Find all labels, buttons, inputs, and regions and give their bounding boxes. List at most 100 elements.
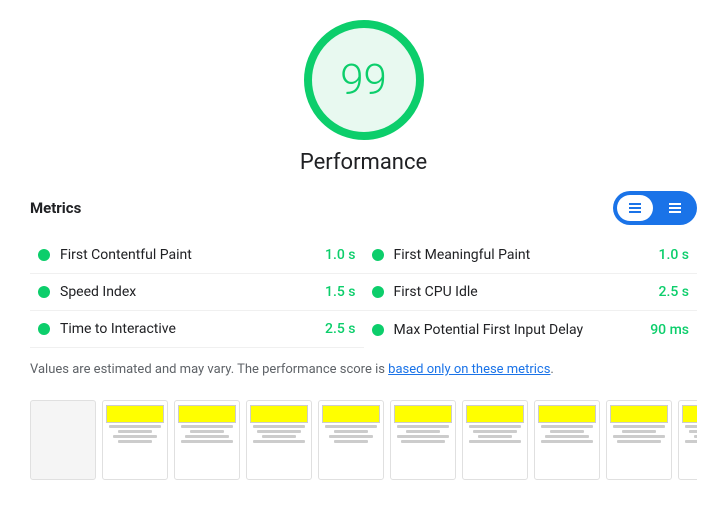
thumb-line bbox=[550, 430, 585, 433]
status-dot bbox=[372, 324, 384, 336]
metric-name: First Contentful Paint bbox=[60, 247, 315, 263]
thumb-line bbox=[685, 425, 697, 428]
status-dot bbox=[38, 323, 50, 335]
filmstrip-frame bbox=[390, 400, 456, 480]
thumb-line bbox=[257, 430, 301, 433]
metrics-title: Metrics bbox=[30, 199, 81, 217]
score-section: 99 Performance bbox=[30, 20, 697, 175]
metrics-header: Metrics bbox=[30, 191, 697, 225]
metric-row: First Contentful Paint 1.0 s bbox=[30, 237, 364, 274]
thumb-line bbox=[397, 425, 449, 428]
score-label: Performance bbox=[300, 150, 427, 175]
thumb-line bbox=[334, 440, 369, 443]
thumb-line bbox=[469, 425, 521, 428]
thumb-inner bbox=[103, 401, 167, 479]
metric-name: Speed Index bbox=[60, 284, 315, 300]
thumb-line bbox=[181, 425, 233, 428]
thumb-line bbox=[397, 435, 449, 438]
thumb-content bbox=[610, 405, 668, 423]
thumb-line bbox=[113, 435, 157, 438]
thumb-line bbox=[253, 440, 305, 443]
thumb-line bbox=[401, 440, 445, 443]
thumb-inner bbox=[175, 401, 239, 479]
thumb-line bbox=[685, 440, 697, 443]
metric-row: Time to Interactive 2.5 s bbox=[30, 311, 364, 348]
metrics-section: Metrics First Contentful Paint bbox=[30, 191, 697, 348]
thumb-line bbox=[262, 435, 297, 438]
thumb-line bbox=[190, 430, 225, 433]
disclaimer-text-after: . bbox=[550, 362, 553, 377]
filmstrip-frame bbox=[246, 400, 312, 480]
thumb-line bbox=[541, 425, 593, 428]
thumb-line bbox=[334, 430, 369, 433]
list-view-button[interactable] bbox=[617, 195, 653, 221]
thumb-line bbox=[325, 425, 377, 428]
metric-value: 1.5 s bbox=[325, 284, 356, 300]
thumb-line bbox=[329, 435, 373, 438]
status-dot bbox=[38, 286, 50, 298]
filmstrip-frame bbox=[678, 400, 697, 480]
grid-view-button[interactable] bbox=[657, 195, 693, 221]
metric-row: First Meaningful Paint 1.0 s bbox=[364, 237, 698, 274]
thumb-inner bbox=[31, 401, 95, 479]
metric-value: 2.5 s bbox=[325, 321, 356, 337]
filmstrip-frame bbox=[606, 400, 672, 480]
metric-value: 90 ms bbox=[650, 322, 689, 338]
filmstrip-frame bbox=[102, 400, 168, 480]
thumb-inner bbox=[247, 401, 311, 479]
thumb-line bbox=[622, 430, 657, 433]
thumb-line bbox=[541, 440, 593, 443]
score-circle: 99 bbox=[304, 20, 424, 140]
metric-row: Max Potential First Input Delay 90 ms bbox=[364, 311, 698, 348]
metric-name: Max Potential First Input Delay bbox=[394, 322, 641, 338]
filmstrip-frame bbox=[462, 400, 528, 480]
thumb-inner bbox=[319, 401, 383, 479]
metric-name: Time to Interactive bbox=[60, 321, 315, 337]
disclaimer-text-before: Values are estimated and may vary. The p… bbox=[30, 362, 388, 377]
thumb-line bbox=[545, 435, 589, 438]
status-dot bbox=[38, 249, 50, 261]
thumb-line bbox=[613, 435, 665, 438]
thumb-line bbox=[613, 425, 665, 428]
thumb-line bbox=[478, 435, 513, 438]
filmstrip-frame bbox=[174, 400, 240, 480]
thumb-line bbox=[118, 440, 153, 443]
thumb-line bbox=[118, 430, 153, 433]
thumb-content bbox=[250, 405, 308, 423]
filmstrip bbox=[30, 396, 697, 484]
thumb-line bbox=[469, 440, 521, 443]
thumb-line bbox=[473, 430, 517, 433]
filmstrip-frame bbox=[318, 400, 384, 480]
thumb-line bbox=[181, 440, 233, 443]
disclaimer: Values are estimated and may vary. The p… bbox=[30, 360, 697, 380]
thumb-inner bbox=[679, 401, 697, 479]
thumb-line bbox=[185, 435, 229, 438]
thumb-line bbox=[617, 440, 661, 443]
thumb-inner bbox=[607, 401, 671, 479]
status-dot bbox=[372, 249, 384, 261]
metric-row: First CPU Idle 2.5 s bbox=[364, 274, 698, 311]
status-dot bbox=[372, 286, 384, 298]
thumb-content bbox=[394, 405, 452, 423]
metrics-grid: First Contentful Paint 1.0 s First Meani… bbox=[30, 237, 697, 348]
filmstrip-frame bbox=[30, 400, 96, 480]
thumb-content bbox=[178, 405, 236, 423]
metric-name: First Meaningful Paint bbox=[394, 247, 649, 263]
thumb-content bbox=[682, 405, 697, 423]
thumb-line bbox=[253, 425, 305, 428]
disclaimer-link[interactable]: based only on these metrics bbox=[388, 362, 550, 377]
metric-value: 1.0 s bbox=[659, 247, 690, 263]
thumb-line bbox=[109, 425, 161, 428]
thumb-line bbox=[694, 435, 697, 438]
score-number: 99 bbox=[340, 56, 387, 105]
metric-value: 2.5 s bbox=[659, 284, 690, 300]
thumb-inner bbox=[535, 401, 599, 479]
metric-value: 1.0 s bbox=[325, 247, 356, 263]
thumb-line bbox=[406, 430, 441, 433]
thumb-content bbox=[466, 405, 524, 423]
view-toggle bbox=[613, 191, 697, 225]
metric-row: Speed Index 1.5 s bbox=[30, 274, 364, 311]
thumb-content bbox=[322, 405, 380, 423]
thumb-inner bbox=[391, 401, 455, 479]
thumb-content bbox=[106, 405, 164, 423]
